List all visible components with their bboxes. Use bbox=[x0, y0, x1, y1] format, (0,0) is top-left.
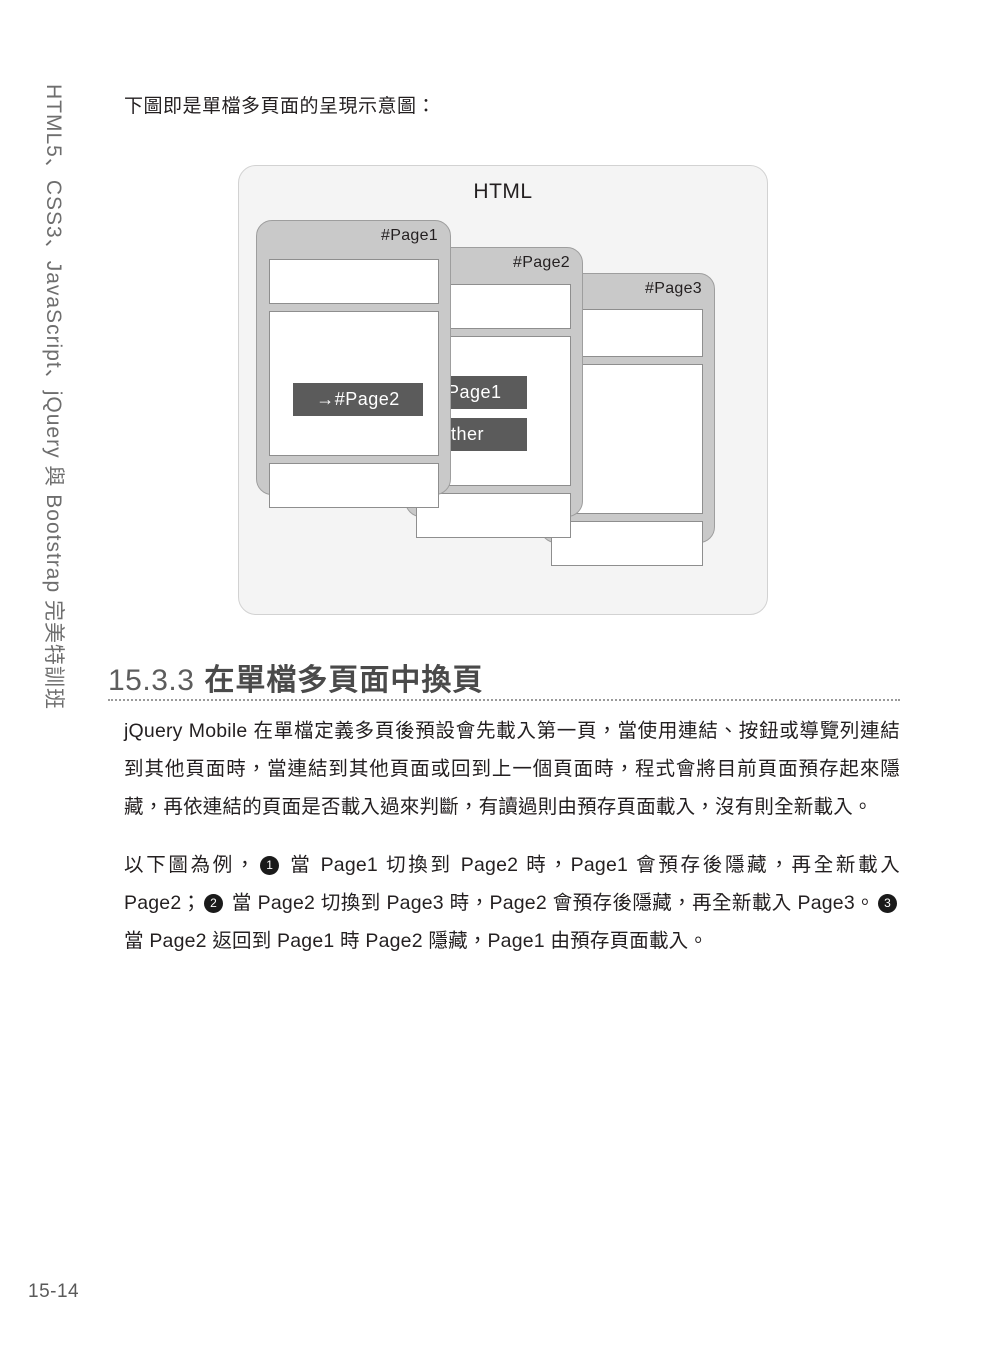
running-head: HTML5、CSS3、JavaScript、jQuery 與 Bootstrap… bbox=[36, 84, 76, 744]
body-copy: jQuery Mobile 在單檔定義多頁後預設會先載入第一頁，當使用連結、按鈕… bbox=[124, 712, 900, 972]
intro-paragraph: 下圖即是單檔多頁面的呈現示意圖： bbox=[124, 96, 437, 117]
page1-panel-header bbox=[269, 259, 439, 304]
heading-dotted-rule bbox=[108, 699, 900, 701]
paragraph-2-item-3: 當 Page2 返回到 Page1 時 Page2 隱藏，Page1 由預存頁面… bbox=[124, 930, 709, 952]
paragraph-2-lead: 以下圖為例， bbox=[124, 854, 258, 876]
page1-panel-footer bbox=[269, 463, 439, 508]
section-number: 15.3.3 bbox=[108, 664, 195, 697]
page-card-page1-label: #Page1 bbox=[381, 227, 438, 244]
list-marker-3: 3 bbox=[878, 894, 897, 913]
page3-panel-footer bbox=[551, 521, 703, 566]
page2-panel-footer bbox=[416, 493, 571, 538]
page-card-page2-label: #Page2 bbox=[513, 254, 570, 271]
list-marker-2: 2 bbox=[204, 894, 224, 913]
page-card-page1: #Page1 →#Page2 bbox=[256, 220, 451, 508]
paragraph-1: jQuery Mobile 在單檔定義多頁後預設會先載入第一頁，當使用連結、按鈕… bbox=[124, 720, 900, 818]
section-heading: 15.3.3 在單檔多頁面中換頁 bbox=[108, 655, 900, 699]
page-card-page3-label: #Page3 bbox=[645, 280, 702, 297]
running-head-text: HTML5、CSS3、JavaScript、jQuery 與 Bootstrap… bbox=[42, 84, 65, 710]
paragraph-2: 以下圖為例， 1 當 Page1 切換到 Page2 時，Page1 會預存後隱藏… bbox=[124, 846, 900, 960]
section-title: 在單檔多頁面中換頁 bbox=[204, 664, 484, 697]
paragraph-2-item-2: 當 Page2 切換到 Page3 時，Page2 會預存後隱藏，再全新載入 P… bbox=[226, 892, 875, 914]
figure-single-file-multipage: HTML #Page3 #Page2 →#Page1 →Other #Page1… bbox=[238, 165, 768, 615]
html-container-label: HTML bbox=[473, 180, 533, 203]
page-number: 15-14 bbox=[28, 1281, 80, 1302]
list-marker-1: 1 bbox=[260, 856, 280, 875]
page1-link-button-page2[interactable]: →#Page2 bbox=[293, 383, 423, 416]
